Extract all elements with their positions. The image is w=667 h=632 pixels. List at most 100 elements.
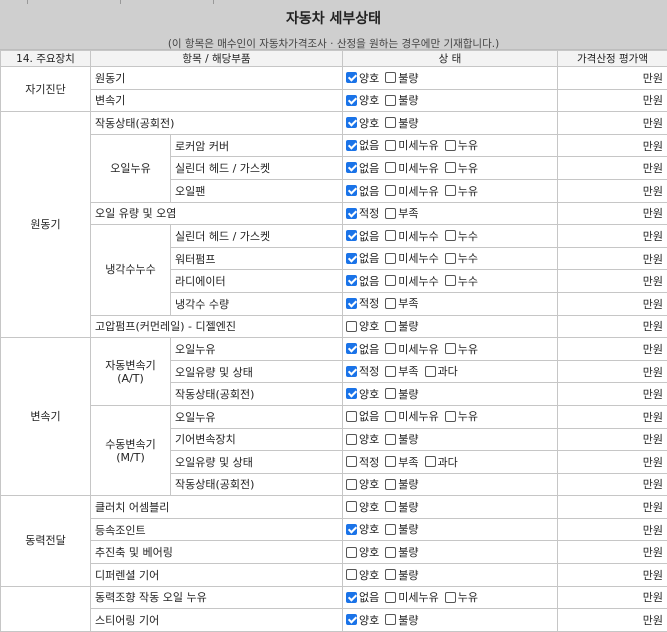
status-option[interactable]: 누수 bbox=[445, 273, 478, 289]
checkbox[interactable] bbox=[385, 547, 396, 558]
checkbox[interactable] bbox=[346, 547, 357, 558]
price-cell[interactable]: 만원 bbox=[558, 496, 667, 519]
checkbox[interactable] bbox=[346, 479, 357, 490]
status-option[interactable]: 불량 bbox=[385, 386, 418, 402]
checkbox[interactable] bbox=[346, 501, 357, 512]
price-cell[interactable]: 만원 bbox=[558, 179, 667, 202]
checkbox[interactable] bbox=[346, 434, 357, 445]
checkbox[interactable] bbox=[346, 72, 357, 83]
checkbox[interactable] bbox=[346, 275, 357, 286]
status-option[interactable]: 누유 bbox=[445, 137, 478, 153]
status-option[interactable]: 미세누수 bbox=[385, 250, 438, 266]
checkbox[interactable] bbox=[346, 140, 357, 151]
price-cell[interactable]: 만원 bbox=[558, 202, 667, 225]
status-option[interactable]: 없음 bbox=[346, 160, 379, 176]
checkbox[interactable] bbox=[445, 230, 456, 241]
checkbox[interactable] bbox=[346, 162, 357, 173]
checkbox[interactable] bbox=[445, 275, 456, 286]
checkbox[interactable] bbox=[445, 592, 456, 603]
checkbox[interactable] bbox=[385, 501, 396, 512]
status-option[interactable]: 없음 bbox=[346, 183, 379, 199]
price-cell[interactable]: 만원 bbox=[558, 134, 667, 157]
status-option[interactable]: 부족 bbox=[385, 454, 418, 470]
status-option[interactable]: 불량 bbox=[385, 567, 418, 583]
checkbox[interactable] bbox=[385, 162, 396, 173]
status-option[interactable]: 양호 bbox=[346, 567, 379, 583]
status-option[interactable]: 누유 bbox=[445, 183, 478, 199]
checkbox[interactable] bbox=[346, 569, 357, 580]
status-option[interactable]: 양호 bbox=[346, 612, 379, 628]
price-cell[interactable]: 만원 bbox=[558, 315, 667, 338]
checkbox[interactable] bbox=[385, 185, 396, 196]
price-cell[interactable]: 만원 bbox=[558, 609, 667, 632]
status-option[interactable]: 양호 bbox=[346, 115, 379, 131]
status-option[interactable]: 누수 bbox=[445, 228, 478, 244]
status-option[interactable]: 불량 bbox=[385, 70, 418, 86]
checkbox[interactable] bbox=[445, 411, 456, 422]
checkbox[interactable] bbox=[346, 321, 357, 332]
status-option[interactable]: 없음 bbox=[346, 341, 379, 357]
status-option[interactable]: 양호 bbox=[346, 476, 379, 492]
status-option[interactable]: 누유 bbox=[445, 589, 478, 605]
price-cell[interactable]: 만원 bbox=[558, 67, 667, 90]
checkbox[interactable] bbox=[385, 72, 396, 83]
status-option[interactable]: 미세누유 bbox=[385, 589, 438, 605]
status-option[interactable]: 부족 bbox=[385, 205, 418, 221]
checkbox[interactable] bbox=[425, 366, 436, 377]
status-option[interactable]: 미세누유 bbox=[385, 341, 438, 357]
status-option[interactable]: 불량 bbox=[385, 431, 418, 447]
status-option[interactable]: 적정 bbox=[346, 363, 379, 379]
price-cell[interactable]: 만원 bbox=[558, 247, 667, 270]
checkbox[interactable] bbox=[346, 366, 357, 377]
price-cell[interactable]: 만원 bbox=[558, 405, 667, 428]
status-option[interactable]: 미세누유 bbox=[385, 408, 438, 424]
status-option[interactable]: 양호 bbox=[346, 92, 379, 108]
price-cell[interactable]: 만원 bbox=[558, 89, 667, 112]
checkbox[interactable] bbox=[346, 117, 357, 128]
checkbox[interactable] bbox=[385, 321, 396, 332]
status-option[interactable]: 없음 bbox=[346, 408, 379, 424]
checkbox[interactable] bbox=[346, 592, 357, 603]
status-option[interactable]: 미세누유 bbox=[385, 137, 438, 153]
price-cell[interactable]: 만원 bbox=[558, 541, 667, 564]
checkbox[interactable] bbox=[346, 298, 357, 309]
price-cell[interactable]: 만원 bbox=[558, 586, 667, 609]
status-option[interactable]: 부족 bbox=[385, 363, 418, 379]
status-option[interactable]: 미세누유 bbox=[385, 160, 438, 176]
status-option[interactable]: 불량 bbox=[385, 499, 418, 515]
status-option[interactable]: 양호 bbox=[346, 521, 379, 537]
status-option[interactable]: 없음 bbox=[346, 589, 379, 605]
status-option[interactable]: 불량 bbox=[385, 521, 418, 537]
status-option[interactable]: 누유 bbox=[445, 341, 478, 357]
price-cell[interactable]: 만원 bbox=[558, 428, 667, 451]
price-cell[interactable]: 만원 bbox=[558, 360, 667, 383]
status-option[interactable]: 없음 bbox=[346, 137, 379, 153]
price-cell[interactable]: 만원 bbox=[558, 112, 667, 135]
status-option[interactable]: 없음 bbox=[346, 273, 379, 289]
checkbox[interactable] bbox=[346, 95, 357, 106]
status-option[interactable]: 부족 bbox=[385, 295, 418, 311]
price-cell[interactable]: 만원 bbox=[558, 225, 667, 248]
price-cell[interactable]: 만원 bbox=[558, 338, 667, 361]
price-cell[interactable]: 만원 bbox=[558, 383, 667, 406]
status-option[interactable]: 누유 bbox=[445, 160, 478, 176]
status-option[interactable]: 양호 bbox=[346, 70, 379, 86]
price-cell[interactable]: 만원 bbox=[558, 157, 667, 180]
checkbox[interactable] bbox=[385, 388, 396, 399]
status-option[interactable]: 미세누수 bbox=[385, 228, 438, 244]
checkbox[interactable] bbox=[385, 366, 396, 377]
status-option[interactable]: 미세누유 bbox=[385, 183, 438, 199]
status-option[interactable]: 양호 bbox=[346, 386, 379, 402]
checkbox[interactable] bbox=[346, 524, 357, 535]
status-option[interactable]: 누수 bbox=[445, 250, 478, 266]
checkbox[interactable] bbox=[385, 456, 396, 467]
status-option[interactable]: 없음 bbox=[346, 228, 379, 244]
checkbox[interactable] bbox=[385, 230, 396, 241]
status-option[interactable]: 적정 bbox=[346, 205, 379, 221]
checkbox[interactable] bbox=[346, 253, 357, 264]
status-option[interactable]: 불량 bbox=[385, 92, 418, 108]
checkbox[interactable] bbox=[385, 253, 396, 264]
price-cell[interactable]: 만원 bbox=[558, 292, 667, 315]
checkbox[interactable] bbox=[385, 275, 396, 286]
checkbox[interactable] bbox=[385, 343, 396, 354]
